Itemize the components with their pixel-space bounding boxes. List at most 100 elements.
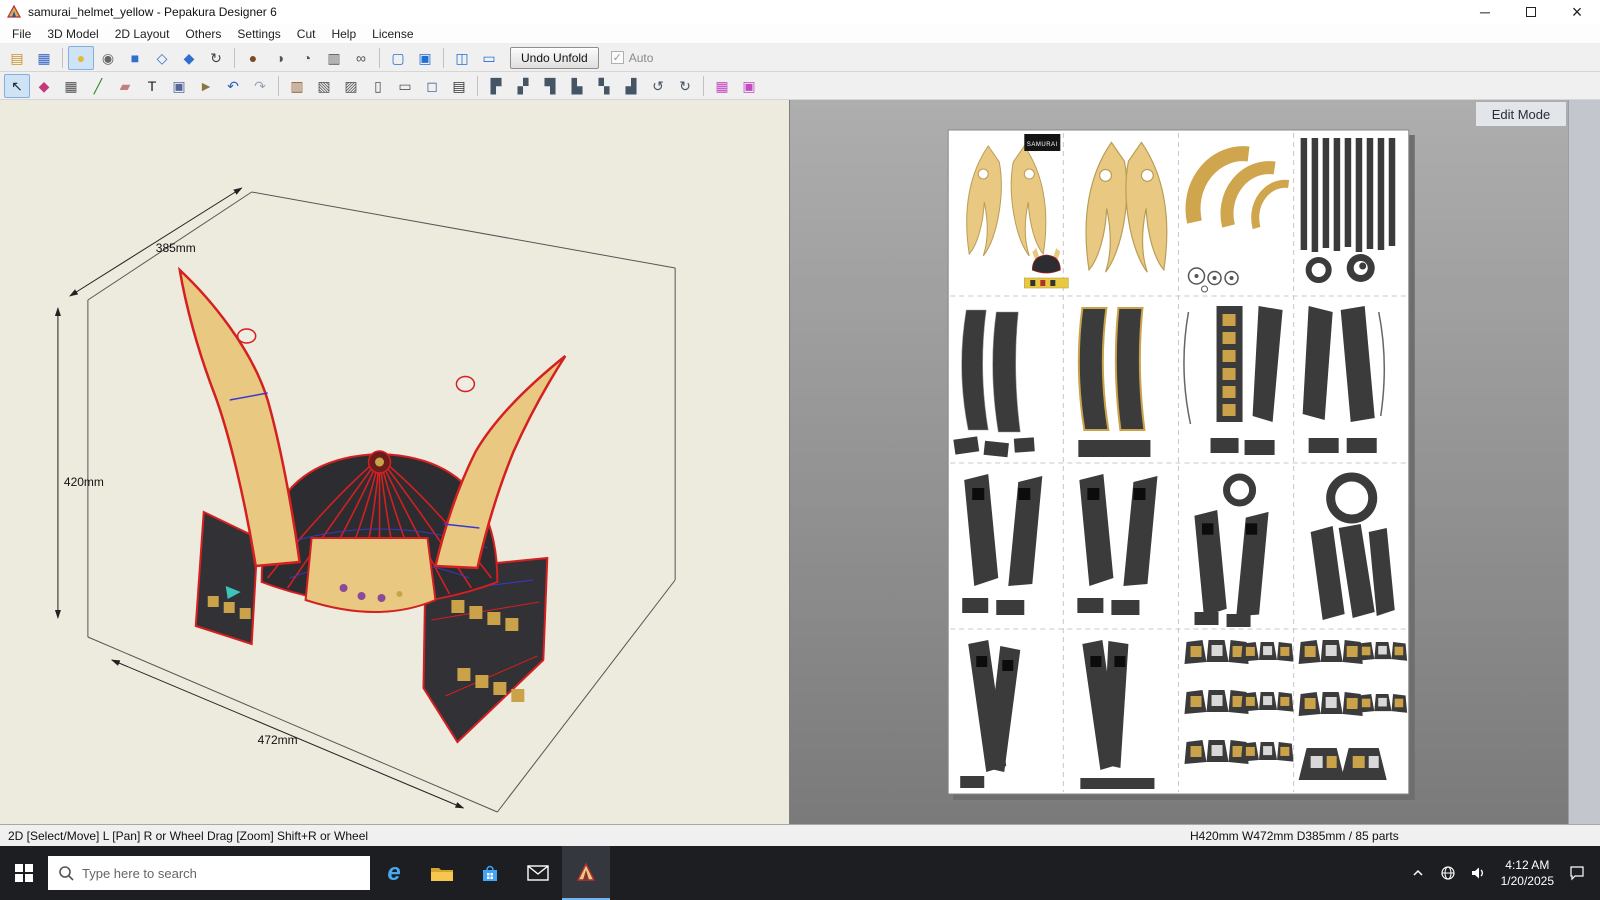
shaded-view-icon-glyph: ■	[130, 49, 140, 66]
print-icon[interactable]: ▤	[446, 74, 472, 98]
align-left-icon[interactable]: ▛	[483, 74, 509, 98]
open-file-icon[interactable]: ▤	[4, 46, 30, 70]
join-edge-icon[interactable]: ▦	[709, 74, 735, 98]
part-list-icon[interactable]: ▧	[311, 74, 337, 98]
sheet-layout-icon[interactable]: ▨	[338, 74, 364, 98]
vertical-scrollbar[interactable]	[1568, 100, 1600, 824]
select-region-icon[interactable]: ▢	[385, 46, 411, 70]
rotate-view-icon-glyph: ↻	[210, 49, 222, 66]
minimize-button[interactable]: ─	[1462, 0, 1508, 24]
align-middle-icon[interactable]: ▚	[591, 74, 617, 98]
pepakura-icon	[576, 862, 596, 881]
action-center-icon[interactable]	[1562, 846, 1592, 900]
rotate-ccw-icon[interactable]: ↺	[645, 74, 671, 98]
folder-icon	[431, 868, 453, 881]
light-bulb-icon[interactable]: ●	[68, 45, 94, 70]
menu-2d-layout[interactable]: 2D Layout	[107, 25, 178, 43]
align-center-icon[interactable]: ▞	[510, 74, 536, 98]
network-icon[interactable]	[1433, 846, 1463, 900]
draw-pen-icon[interactable]: ╱	[85, 74, 111, 98]
protractor-icon[interactable]: ◔	[294, 46, 320, 70]
material-sphere-icon-glyph: ●	[248, 49, 258, 66]
note-icon[interactable]: ►	[193, 74, 219, 98]
start-button[interactable]	[0, 846, 48, 900]
rotate-view-icon[interactable]: ↻	[203, 46, 229, 70]
wireframe-view-icon[interactable]: ◇	[149, 46, 175, 70]
divide-grid-icon[interactable]: ▦	[58, 74, 84, 98]
taskbar-clock[interactable]: 4:12 AM 1/20/2025	[1493, 857, 1562, 889]
samurai-logo: SAMURAI	[1027, 142, 1058, 148]
one-pane-view-icon[interactable]: ▭	[476, 46, 502, 70]
add-page-icon-glyph: ▯	[374, 77, 382, 94]
join-edge-icon-glyph: ▦	[715, 77, 729, 94]
redo-icon[interactable]: ↷	[247, 74, 273, 98]
insert-image-icon[interactable]: ▣	[166, 74, 192, 98]
align-center-icon-glyph: ▞	[517, 77, 529, 94]
file-explorer-icon[interactable]	[418, 846, 466, 900]
texture-view-icon[interactable]: ◉	[95, 46, 121, 70]
store-icon[interactable]	[466, 846, 514, 900]
toolbar-top-icons: ▤ ▦ ● ◉ ■ ◇ ◆ ↻ ● ◑ ◔ ▥ ∞ ▢ ▣ ◫ ▭	[4, 45, 502, 70]
align-right-icon[interactable]: ▜	[537, 74, 563, 98]
menu-3d-model[interactable]: 3D Model	[39, 25, 106, 43]
mail-icon[interactable]	[514, 846, 562, 900]
auto-checkbox[interactable]: ✓	[610, 51, 624, 64]
eraser-icon[interactable]: ▰	[112, 74, 138, 98]
3d-viewport[interactable]: 385mm 420mm 472mm	[0, 100, 790, 824]
save-icon[interactable]: ▦	[31, 46, 57, 70]
flat-view-icon-glyph: ◆	[183, 49, 195, 66]
undo-icon[interactable]: ↶	[220, 74, 246, 98]
3d-canvas[interactable]: 385mm 420mm 472mm	[0, 100, 789, 824]
link-edges-icon[interactable]: ∞	[348, 46, 374, 70]
menu-others[interactable]: Others	[177, 25, 229, 43]
texture-sphere-icon[interactable]: ◑	[267, 46, 293, 70]
2d-canvas[interactable]: SAMURAI	[790, 100, 1600, 824]
align-top-icon-glyph: ▙	[571, 77, 583, 94]
flat-view-icon[interactable]: ◆	[176, 46, 202, 70]
protractor-icon-glyph: ◔	[302, 49, 312, 66]
menu-settings[interactable]: Settings	[229, 25, 288, 43]
2d-viewport[interactable]: Edit Mode SAMURAI	[790, 100, 1600, 824]
helmet-3d-model[interactable]	[177, 266, 567, 744]
rotate-cw-icon[interactable]: ↻	[672, 74, 698, 98]
edge-color-icon[interactable]: ▣	[736, 74, 762, 98]
dimension-height-label: 420mm	[64, 475, 104, 489]
select-move-icon[interactable]: ↖	[4, 73, 30, 98]
region-settings-icon[interactable]: ▣	[412, 46, 438, 70]
pepakura-taskbar-icon[interactable]	[562, 846, 610, 900]
tray-chevron-icon[interactable]	[1403, 846, 1433, 900]
align-top-icon[interactable]: ▙	[564, 74, 590, 98]
close-button[interactable]: ×	[1554, 0, 1600, 24]
material-sphere-icon[interactable]: ●	[240, 46, 266, 70]
two-pane-view-icon[interactable]: ◫	[449, 46, 475, 70]
draw-pen-icon-glyph: ╱	[93, 77, 103, 94]
search-input[interactable]	[82, 865, 360, 881]
menu-license[interactable]: License	[364, 25, 421, 43]
add-page-icon[interactable]: ▯	[365, 74, 391, 98]
undo-unfold-button[interactable]: Undo Unfold	[510, 46, 599, 69]
save-icon-glyph: ▦	[37, 49, 51, 66]
menubar: File 3D Model 2D Layout Others Settings …	[0, 24, 1600, 44]
align-middle-icon-glyph: ▚	[598, 77, 610, 94]
titlebar: samurai_helmet_yellow - Pepakura Designe…	[0, 0, 1600, 24]
open-file-icon-glyph: ▤	[10, 49, 24, 66]
columns-icon[interactable]: ▥	[321, 46, 347, 70]
open-book-icon[interactable]: ▥	[284, 74, 310, 98]
divide-grid-icon-glyph: ▦	[64, 77, 78, 94]
menu-help[interactable]: Help	[323, 25, 364, 43]
toolbar-separator	[278, 75, 279, 96]
print-preview-icon[interactable]: ◻	[419, 74, 445, 98]
texture-view-icon-glyph: ◉	[101, 49, 115, 66]
menu-cut[interactable]: Cut	[289, 25, 324, 43]
page-setup-icon[interactable]: ▭	[392, 74, 418, 98]
shaded-view-icon[interactable]: ■	[122, 46, 148, 70]
menu-file[interactable]: File	[4, 25, 39, 43]
edge-icon[interactable]: e	[370, 846, 418, 900]
maximize-button[interactable]	[1508, 0, 1554, 24]
clock-time: 4:12 AM	[1505, 857, 1550, 872]
snap-magnet-icon[interactable]: ◆	[31, 74, 57, 98]
volume-icon[interactable]	[1463, 846, 1493, 900]
text-tool-icon[interactable]: T	[139, 74, 165, 98]
search-icon	[59, 866, 74, 881]
align-bottom-icon[interactable]: ▟	[618, 74, 644, 98]
